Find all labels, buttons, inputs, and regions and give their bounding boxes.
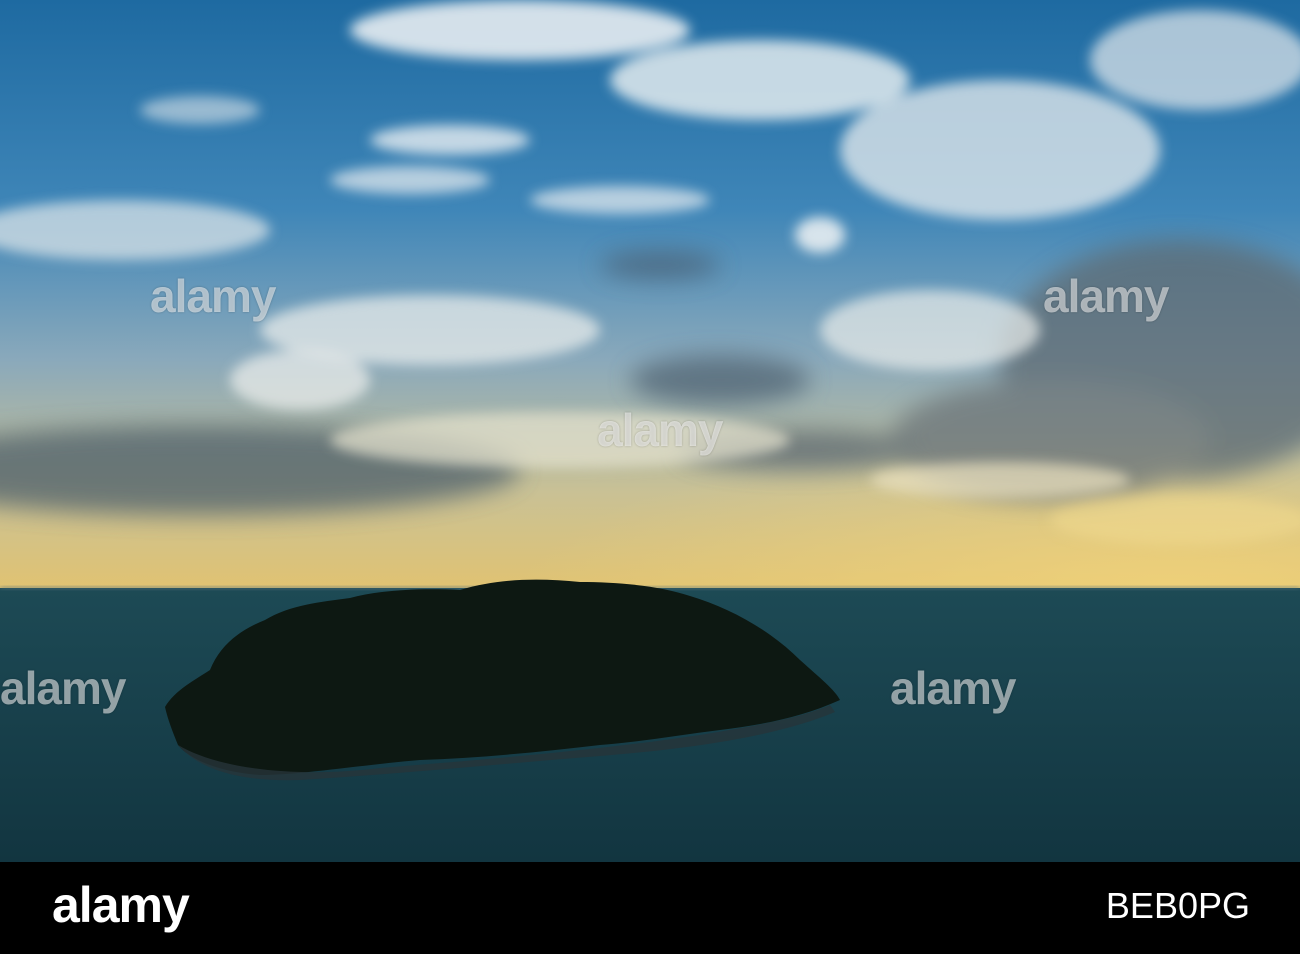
image-frame: alamy alamy alamy alamy alamy alamy BEB0… [0, 0, 1300, 954]
watermark: alamy [1043, 270, 1169, 322]
footer-logo: alamy [52, 877, 190, 933]
watermark: alamy [0, 662, 126, 714]
watermark: alamy [150, 270, 276, 322]
watermark: alamy [890, 662, 1016, 714]
image-id: BEB0PG [1105, 885, 1250, 926]
watermark: alamy [597, 404, 723, 456]
